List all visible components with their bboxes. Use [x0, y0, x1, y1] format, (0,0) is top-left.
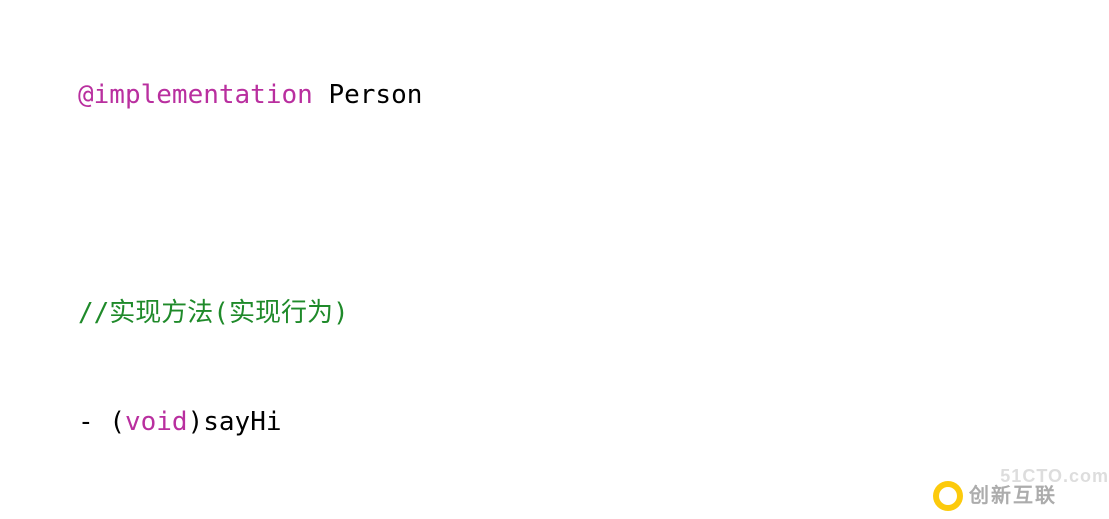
- blank-line: [78, 186, 1109, 222]
- line-implementation: @implementation Person: [78, 77, 1109, 113]
- rparen: ): [188, 407, 204, 437]
- method-name-sayhi: sayHi: [203, 407, 281, 437]
- class-name: Person: [328, 80, 422, 110]
- watermark-logo-icon: [933, 481, 963, 511]
- space: [313, 80, 329, 110]
- keyword-void: void: [125, 407, 188, 437]
- minus: -: [78, 407, 94, 437]
- line-comment: //实现方法(实现行为): [78, 295, 1109, 331]
- comment-text: //实现方法(实现行为): [78, 298, 349, 328]
- line-method1-sig: - (void)sayHi: [78, 404, 1109, 440]
- lparen: (: [109, 407, 125, 437]
- watermark-brand-text: 创新互联: [969, 482, 1057, 510]
- watermark: 创新互联: [933, 477, 1105, 515]
- code-block: @implementation Person //实现方法(实现行为) - (v…: [78, 0, 1109, 519]
- keyword-implementation: @implementation: [78, 80, 313, 110]
- space: [94, 407, 110, 437]
